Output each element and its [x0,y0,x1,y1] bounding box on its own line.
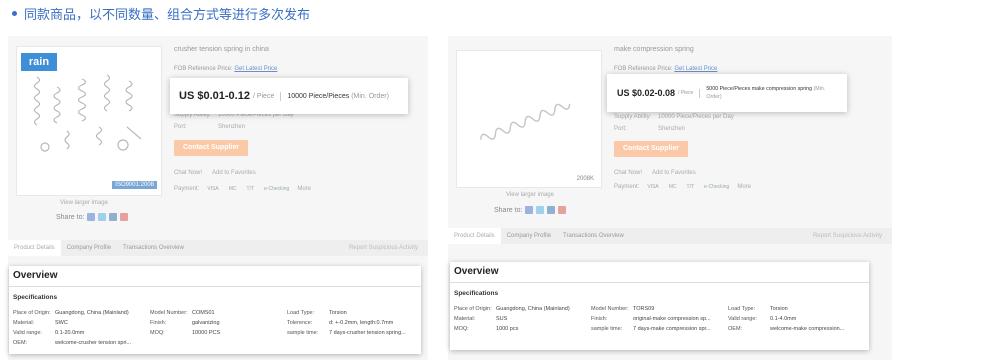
supply-label: Supply Ability: [614,114,652,120]
visa-icon: VISA [207,186,219,192]
view-larger-link[interactable]: View larger image [506,192,554,198]
specifications-heading: Specifications [13,294,58,301]
divider [280,91,282,101]
chat-row: Chat Now! Add to Favorites [174,170,256,176]
price-unit: / Piece [678,90,694,96]
port-label: Port: [614,126,627,132]
image-code: 2008K [576,176,594,182]
contact-supplier-button[interactable]: Contact Supplier [614,141,688,157]
visa-icon: VISA [647,184,659,190]
more-payment-link[interactable]: More [297,186,311,192]
linkedin-icon[interactable] [547,206,556,214]
specifications-heading: Specifications [454,290,499,297]
port-label: Port: [174,124,187,130]
spec-row: Valid range: 0.1-20.0mm MOQ: 10000 PCS sam… [13,330,406,336]
echecking-icon: e-Checking [264,186,290,192]
share-label: Share to: [494,206,523,214]
price-callout-left: US $0.01-0.12 / Piece 10000 Piece/Pieces… [170,78,408,114]
port-value: Shenzhen [658,126,686,132]
linkedin-icon[interactable] [109,213,118,221]
more-payment-link[interactable]: More [737,184,751,190]
get-latest-price-link[interactable]: Get Latest Price [674,66,717,72]
springs-illustration [33,74,142,152]
contact-supplier-button[interactable]: Contact Supplier [174,140,248,156]
spring-illustration [479,103,571,140]
pinterest-icon[interactable] [558,206,567,214]
bullet-dot [12,11,17,17]
product-tabs: Product Details Company Profile Transact… [448,228,892,244]
fob-price-row: FOB Reference Price: Get Latest Price [614,66,718,72]
product-tabs: Product Details Company Profile Transact… [8,240,428,256]
share-row: Share to: [494,206,567,214]
tab-company-profile[interactable]: Company Profile [501,228,557,244]
price-range: US $0.01-0.12 [179,90,250,102]
tt-icon: T/T [686,184,695,190]
price-callout-right: US $0.02-0.08 / Piece 5000 Piece/Pieces … [607,74,847,112]
certification-badge: ISO9001:2008 [112,181,157,189]
tab-product-details[interactable]: Product Details [448,228,501,244]
report-link[interactable]: Report Suspicious Activity [813,233,892,239]
price-unit: / Piece [252,92,275,100]
mastercard-icon: MC [228,186,237,192]
product-image[interactable]: 2008K [456,50,602,188]
report-link[interactable]: Report Suspicious Activity [349,245,428,251]
spec-row: MOQ: 1000 pcs sample time: 7 days-make com… [454,326,845,332]
divider [450,282,869,283]
overview-title: Overview [454,266,499,277]
divider [699,88,701,98]
specifications-grid: Place of Origin: Guangdong, China (Mainla… [454,304,865,334]
overview-title: Overview [13,270,58,281]
add-favorites-link[interactable]: Add to Favorites [212,170,256,176]
fob-price-row: FOB Reference Price: Get Latest Price [174,66,278,72]
chat-now-link[interactable]: Chat Now! [614,170,642,176]
tab-product-details[interactable]: Product Details [8,240,61,256]
spec-row: OEM: welcome-crusher tension spri... [13,340,132,346]
share-row: Share to: [56,213,129,221]
twitter-icon[interactable] [98,213,107,221]
section-heading: 同款商品，以不同数量、组合方式等进行多次发布 [12,4,310,23]
add-favorites-link[interactable]: Add to Favorites [652,170,696,176]
overview-card-right: Overview Specifications Place of Origin:… [450,262,869,350]
payment-row: Payment: VISA MC T/T e-Checking More [174,186,311,192]
divider [9,286,421,287]
specifications-grid: Place of Origin: Guangdong, China (Mainla… [13,308,417,348]
port-value: Shenzhen [218,124,246,130]
overview-card-left: Overview Specifications Place of Origin:… [9,266,421,354]
view-larger-link[interactable]: View larger image [60,200,108,206]
facebook-icon[interactable] [525,206,534,214]
echecking-icon: e-Checking [704,184,730,190]
facebook-icon[interactable] [87,213,96,221]
share-label: Share to: [56,213,85,221]
tab-transactions-overview[interactable]: Transactions Overview [557,228,630,244]
spec-row: Material: SWC Finish: galvanizing Tolerenc… [13,320,394,326]
chat-now-link[interactable]: Chat Now! [174,170,202,176]
payment-row: Payment: VISA MC T/T e-Checking More [614,184,751,190]
min-order: 5000 Piece/Pieces make compression sprin… [706,86,826,100]
min-order: 10000 Piece/Pieces (Min. Order) [287,92,389,100]
product-image[interactable]: rain ISO9001:2008 [16,46,162,196]
pinterest-icon[interactable] [120,213,129,221]
product-title[interactable]: make compression spring [614,46,694,53]
tab-transactions-overview[interactable]: Transactions Overview [117,240,190,256]
payment-label: Payment: [614,184,640,190]
payment-label: Payment: [174,186,200,192]
spec-row: Material: SUS Finish: original-make compre… [454,316,797,322]
spec-row: Place of Origin: Guangdong, China (Mainla… [13,310,347,316]
price-range: US $0.02-0.08 [617,88,676,98]
supply-value: 10000 Piece/Pieces per Day [658,114,734,120]
spec-row: Place of Origin: Guangdong, China (Mainla… [454,306,788,312]
mastercard-icon: MC [668,184,677,190]
get-latest-price-link[interactable]: Get Latest Price [234,66,277,72]
chat-row: Chat Now! Add to Favorites [614,170,696,176]
tt-icon: T/T [246,186,255,192]
product-title[interactable]: crusher tension spring in china [174,46,269,53]
tab-company-profile[interactable]: Company Profile [61,240,117,256]
twitter-icon[interactable] [536,206,545,214]
